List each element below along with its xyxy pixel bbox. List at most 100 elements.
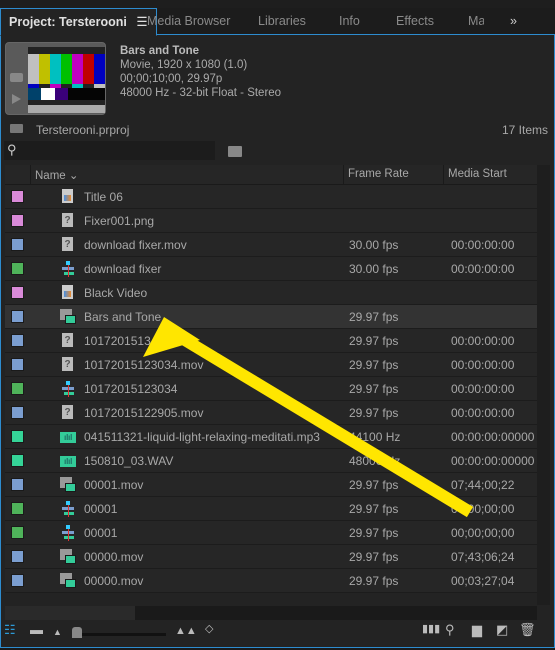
item-name: Bars and Tone — [84, 310, 162, 324]
table-header: Name ⌄ Frame Rate Media Start — [5, 165, 537, 185]
item-name: 1017201513 — [84, 334, 151, 348]
label-color-swatch[interactable] — [11, 574, 24, 587]
clip-type: Movie, 1920 x 1080 (1.0) — [120, 59, 248, 71]
label-color-swatch[interactable] — [11, 382, 24, 395]
column-name[interactable]: Name ⌄ — [35, 168, 79, 182]
label-color-swatch[interactable] — [11, 526, 24, 539]
icon-view-icon[interactable]: ▬ — [30, 622, 43, 642]
graphic-icon — [60, 189, 76, 205]
table-row[interactable]: Bars and Tone 29.97 fps — [5, 305, 537, 329]
item-name: Black Video — [84, 286, 148, 300]
column-frame-rate[interactable]: Frame Rate — [348, 168, 409, 180]
trash-icon[interactable]: 🗑 — [519, 622, 536, 642]
tab-project[interactable]: Project: Tersterooni ☰ — [0, 8, 157, 36]
label-color-swatch[interactable] — [11, 238, 24, 251]
project-folder-icon[interactable] — [10, 124, 23, 133]
label-color-swatch[interactable] — [11, 358, 24, 371]
table-row[interactable]: 00000.mov 29.97 fps 00;03;27;04 — [5, 569, 537, 593]
sort-chevron-icon[interactable]: ⌄ — [69, 170, 79, 182]
item-frame-rate: 29.97 fps — [349, 358, 399, 372]
play-icon[interactable] — [12, 94, 21, 104]
new-item-icon[interactable]: ◩ — [496, 622, 508, 642]
item-media-start: 00:00:00:00 — [451, 262, 515, 276]
scroll-thumb[interactable] — [5, 606, 135, 620]
item-name: 10172015122905.mov — [84, 406, 204, 420]
search-icon: ⚲ — [7, 142, 17, 157]
item-name: download fixer — [84, 262, 162, 276]
table-row[interactable]: Black Video — [5, 281, 537, 305]
table-row[interactable]: ılıl 041511321-liquid-light-relaxing-med… — [5, 425, 537, 449]
item-media-start: 00;03;27;04 — [451, 574, 515, 588]
item-media-start: 07;44;00;22 — [451, 478, 515, 492]
graphic-icon — [60, 285, 76, 301]
label-color-swatch[interactable] — [11, 502, 24, 515]
label-color-swatch[interactable] — [11, 310, 24, 323]
item-name: 041511321-liquid-light-relaxing-meditati… — [84, 430, 320, 444]
tab-label: Project: Tersterooni — [9, 15, 127, 29]
table-row[interactable]: Title 06 — [5, 185, 537, 209]
find-icon[interactable]: ⚲ — [445, 622, 455, 642]
item-media-start: 00;00;00;00 — [451, 502, 515, 516]
tab-effects[interactable]: Effects — [396, 8, 434, 35]
project-file-name: Tersterooni.prproj — [36, 123, 130, 137]
tab-media-browser[interactable]: Media Browser — [147, 8, 230, 35]
label-color-swatch[interactable] — [11, 286, 24, 299]
search-input[interactable]: ⚲ — [4, 141, 215, 160]
item-media-start: 00:00:00:00000 — [451, 430, 535, 444]
label-color-swatch[interactable] — [11, 214, 24, 227]
table-row[interactable]: ? 1017201513 29.97 fps 00:00:00:00 — [5, 329, 537, 353]
zoom-slider-handle[interactable] — [72, 627, 82, 638]
table-row[interactable]: ? download fixer.mov 30.00 fps 00:00:00:… — [5, 233, 537, 257]
tab-libraries[interactable]: Libraries — [258, 8, 306, 35]
table-row[interactable]: ? Fixer001.png — [5, 209, 537, 233]
horizontal-scrollbar[interactable] — [5, 606, 537, 620]
clip-thumbnail — [5, 42, 106, 115]
item-frame-rate: 30.00 fps — [349, 262, 399, 276]
table-row[interactable]: 00000.mov 29.97 fps 07;43;06;24 — [5, 545, 537, 569]
offline-icon: ? — [60, 357, 76, 373]
item-name: 10172015123034 — [84, 382, 178, 396]
vertical-scrollbar[interactable] — [537, 165, 550, 605]
offline-icon: ? — [60, 333, 76, 349]
panel-menu-icon[interactable]: ☰ — [136, 15, 147, 29]
search-field[interactable] — [22, 141, 212, 160]
column-name-label: Name — [35, 170, 66, 182]
label-color-swatch[interactable] — [11, 454, 24, 467]
audio-icon: ılıl — [60, 429, 76, 445]
table-row[interactable]: ? 10172015122905.mov 29.97 fps 00:00:00:… — [5, 401, 537, 425]
table-row[interactable]: ? 10172015123034.mov 29.97 fps 00:00:00:… — [5, 353, 537, 377]
automate-to-sequence-icon[interactable]: ▮▮▮ — [422, 622, 440, 642]
label-color-swatch[interactable] — [11, 190, 24, 203]
item-frame-rate: 29.97 fps — [349, 334, 399, 348]
audio-icon: ılıl — [60, 453, 76, 469]
label-color-swatch[interactable] — [11, 430, 24, 443]
table-row[interactable]: 00001 29.97 fps 00;00;00;00 — [5, 497, 537, 521]
sequence-icon — [60, 381, 76, 397]
zoom-slider[interactable] — [72, 627, 166, 638]
item-name: 00001 — [84, 526, 118, 540]
overflow-tabs-icon[interactable]: » — [510, 8, 517, 35]
table-row[interactable]: 00001.mov 29.97 fps 07;44;00;22 — [5, 473, 537, 497]
label-color-swatch[interactable] — [11, 262, 24, 275]
label-color-swatch[interactable] — [11, 406, 24, 419]
zoom-in-icon[interactable]: ▲▲ — [175, 625, 197, 645]
sort-icons-icon[interactable]: ◇ — [205, 622, 213, 642]
sequence-icon — [60, 501, 76, 517]
camera-icon[interactable] — [10, 73, 23, 82]
table-row[interactable]: 10172015123034 29.97 fps 00:00:00:00 — [5, 377, 537, 401]
tab-info[interactable]: Info — [339, 8, 360, 35]
table-row[interactable]: ılıl 150810_03.WAV 48000 Hz 00:00:00:000… — [5, 449, 537, 473]
list-view-icon[interactable]: ☷ — [4, 622, 16, 642]
zoom-out-icon[interactable]: ▲ — [53, 627, 62, 647]
item-media-start: 07;43;06;24 — [451, 550, 515, 564]
tab-markers[interactable]: Ma — [468, 8, 484, 35]
label-color-swatch[interactable] — [11, 550, 24, 563]
column-media-start[interactable]: Media Start — [448, 168, 507, 180]
item-name: 00001.mov — [84, 478, 144, 492]
label-color-swatch[interactable] — [11, 334, 24, 347]
table-row[interactable]: download fixer 30.00 fps 00:00:00:00 — [5, 257, 537, 281]
label-color-swatch[interactable] — [11, 478, 24, 491]
new-bin-icon[interactable]: ▆ — [472, 622, 482, 642]
table-row[interactable]: 00001 29.97 fps 00;00;00;00 — [5, 521, 537, 545]
find-in-bin-icon[interactable] — [228, 146, 242, 157]
